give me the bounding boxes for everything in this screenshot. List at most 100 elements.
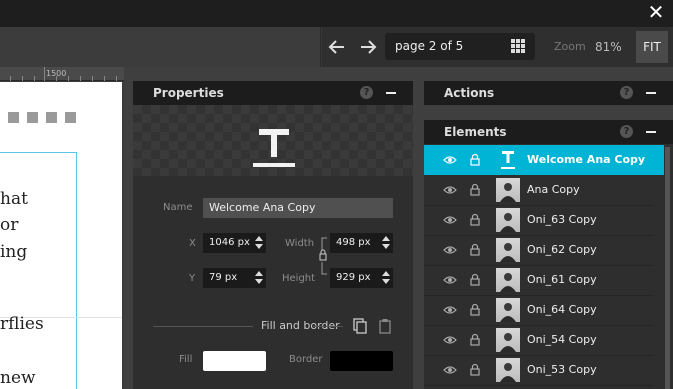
fill-color-swatch[interactable] [203,351,266,371]
height-value: 929 px [336,272,371,283]
placeholder-square [8,112,19,123]
width-input[interactable]: 498 px [330,233,393,253]
placeholder-square [27,112,38,123]
eye-icon[interactable] [443,245,457,255]
text-element-icon [253,129,295,167]
eye-icon[interactable] [443,275,457,285]
grid-icon[interactable] [511,39,525,53]
collapse-icon[interactable] [646,92,656,94]
document-page[interactable]: hat or ing rflies new [0,82,122,389]
x-input[interactable]: 1046 px [203,233,266,253]
lock-icon[interactable] [470,183,480,196]
element-row-label: Oni_54 Copy [527,333,597,346]
element-row[interactable]: Oni_64 Copy [424,295,664,325]
help-icon[interactable]: ? [620,125,633,138]
element-row-label: Oni_64 Copy [527,303,597,316]
horizontal-ruler: 1500 [0,67,124,81]
border-color-swatch[interactable] [330,351,393,371]
element-row-label: Oni_62 Copy [527,243,597,256]
paste-icon[interactable] [379,318,391,334]
separator [313,326,343,327]
properties-panel: Properties ? Name Welcome Ana Copy X 104… [133,81,413,389]
zoom-value[interactable]: 81% [595,27,622,67]
element-row[interactable]: Ana Copy [424,175,664,205]
width-label: Width [285,238,315,249]
actions-panel-header[interactable]: Actions ? [424,81,673,105]
help-icon[interactable]: ? [360,86,373,99]
lock-icon[interactable] [470,153,480,166]
image-thumbnail [496,358,520,382]
separator [153,326,253,327]
arrow-left-icon[interactable] [324,35,350,59]
lock-icon[interactable] [470,243,480,256]
lock-icon[interactable] [470,213,480,226]
element-row[interactable]: Oni_62 Copy [424,235,664,265]
row-separator [424,385,654,386]
lock-icon[interactable] [470,273,480,286]
stepper-icon[interactable] [382,235,390,251]
eye-icon[interactable] [443,365,457,375]
height-input[interactable]: 929 px [330,268,393,288]
eye-icon[interactable] [443,335,457,345]
x-value: 1046 px [209,237,250,248]
element-row[interactable]: Oni_61 Copy [424,265,664,295]
image-thumbnail [496,178,520,202]
element-preview [133,105,413,176]
body-text: new [0,368,36,388]
element-row-label: Ana Copy [527,183,580,196]
fit-button[interactable]: FIT [636,31,668,63]
image-thumbnail [496,328,520,352]
image-thumbnail [496,268,520,292]
properties-header: Properties ? [133,81,413,105]
stepper-icon[interactable] [382,270,390,286]
element-row-label: Welcome Ana Copy [527,153,646,166]
element-row[interactable]: Welcome Ana Copy [424,145,664,175]
element-row[interactable]: Oni_63 Copy [424,205,664,235]
panel-title: Properties [153,86,224,100]
canvas-area[interactable]: 1500 hat or ing rflies new [0,67,124,389]
page-selector[interactable]: page 2 of 5 [385,33,535,60]
element-row-label: Oni_61 Copy [527,273,597,286]
help-icon[interactable]: ? [620,86,633,99]
page-navigation-bar: page 2 of 5 Zoom 81% FIT [322,27,673,67]
width-value: 498 px [336,237,371,248]
arrow-right-icon[interactable] [355,35,381,59]
lock-icon[interactable] [470,363,480,376]
panel-title: Actions [444,86,495,100]
stepper-icon[interactable] [255,235,263,251]
name-label: Name [163,202,193,213]
border-label: Border [289,354,323,365]
placeholder-square [46,112,57,123]
toolbar: page 2 of 5 Zoom 81% FIT [0,27,673,67]
element-row[interactable]: Oni_53 Copy [424,355,664,385]
collapse-icon[interactable] [386,92,396,94]
body-text: hat [0,189,28,209]
copy-icon[interactable] [353,318,367,334]
elements-header: Elements ? [424,120,673,144]
height-label: Height [282,273,316,284]
page-indicator: page 2 of 5 [395,39,464,53]
close-icon[interactable]: ✕ [645,1,667,23]
image-thumbnail [496,208,520,232]
name-input[interactable]: Welcome Ana Copy [203,198,393,218]
eye-icon[interactable] [443,155,457,165]
collapse-icon[interactable] [646,131,656,133]
stepper-icon[interactable] [255,270,263,286]
ruler-label: 1500 [46,69,67,78]
zoom-label: Zoom [554,40,586,53]
selection-frame[interactable] [0,152,77,389]
scrollbar[interactable] [665,147,670,389]
y-label: Y [189,273,196,284]
eye-icon[interactable] [443,215,457,225]
aspect-lock-icon[interactable] [319,236,329,276]
lock-icon[interactable] [470,333,480,346]
lock-icon[interactable] [470,303,480,316]
eye-icon[interactable] [443,185,457,195]
y-input[interactable]: 79 px [203,268,266,288]
element-row[interactable]: Oni_54 Copy [424,325,664,355]
eye-icon[interactable] [443,305,457,315]
fill-label: Fill [179,354,193,365]
image-thumbnail [496,238,520,262]
element-row-label: Oni_63 Copy [527,213,597,226]
placeholder-square [65,112,76,123]
